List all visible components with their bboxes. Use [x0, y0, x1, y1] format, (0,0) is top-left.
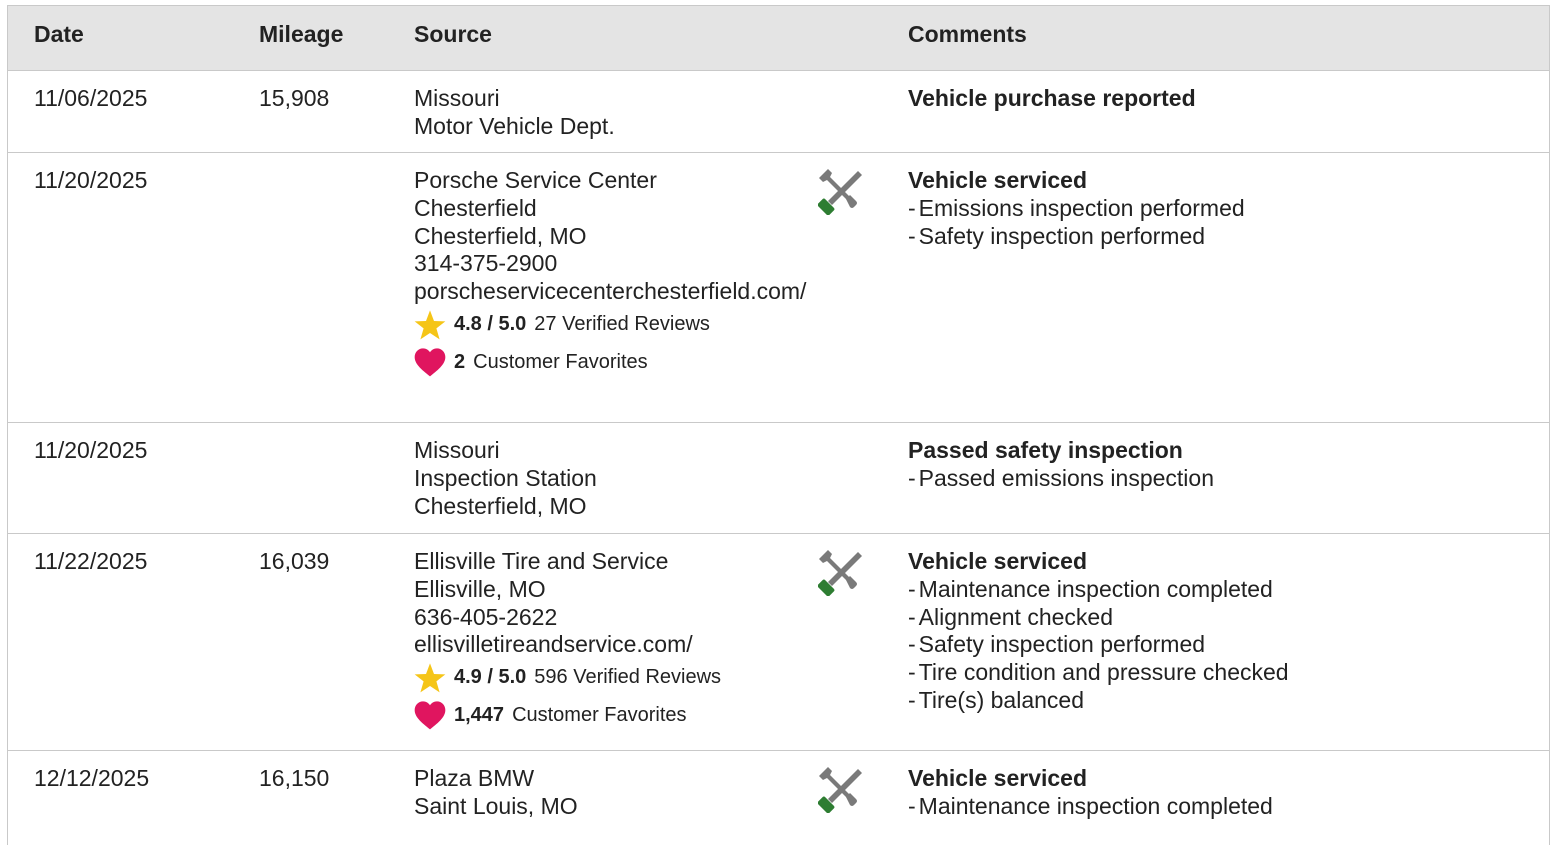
- table-row: 11/06/2025 15,908 Missouri Motor Vehicle…: [8, 71, 1549, 153]
- comment-item: - Emissions inspection performed: [908, 194, 1245, 221]
- table-row: 11/22/2025 16,039 Ellisville Tire and Se…: [8, 534, 1549, 751]
- source-location: Chesterfield, MO: [414, 222, 587, 249]
- row-date: 11/22/2025: [34, 548, 148, 574]
- row-mileage: 16,150: [259, 765, 330, 791]
- source-line: Missouri: [414, 437, 500, 463]
- row-source: Missouri Inspection Station Chesterfield…: [414, 437, 814, 520]
- source-url[interactable]: porscheservicecenterchesterfield.com/: [414, 278, 809, 306]
- comment-title: Vehicle serviced: [908, 765, 1088, 791]
- comment-item: - Maintenance inspection completed: [908, 792, 1273, 819]
- row-comments: Passed safety inspection - Passed emissio…: [908, 437, 1214, 493]
- star-icon: [414, 309, 446, 341]
- rating-value: 4.8 / 5.0: [454, 313, 527, 336]
- row-date: 12/12/2025: [34, 765, 150, 791]
- heart-icon: [414, 700, 446, 732]
- rating-line[interactable]: 4.9 / 5.0 596 Verified Reviews: [414, 659, 814, 697]
- source-phone[interactable]: 636-405-2622: [414, 604, 814, 632]
- comment-title: Passed safety inspection: [908, 437, 1183, 463]
- comment-item: - Alignment checked: [908, 603, 1114, 630]
- favorites-count: 2: [454, 351, 466, 374]
- header-comments[interactable]: Comments: [908, 21, 1027, 48]
- source-line: Missouri: [414, 85, 500, 111]
- row-source: Plaza BMW Saint Louis, MO: [414, 765, 814, 821]
- comment-title: Vehicle serviced: [908, 167, 1088, 193]
- row-comments: Vehicle serviced - Emissions inspection p…: [908, 167, 1245, 250]
- rating-line[interactable]: 4.8 / 5.0 27 Verified Reviews: [414, 306, 814, 344]
- row-source: Missouri Motor Vehicle Dept.: [414, 85, 814, 141]
- favorites-count: 1,447: [454, 704, 505, 727]
- comment-item: - Safety inspection performed: [908, 222, 1206, 249]
- table-row: 11/20/2025 Porsche Service Center Cheste…: [8, 153, 1549, 423]
- favorites-label: Customer Favorites: [473, 351, 648, 374]
- favorites-line[interactable]: 2 Customer Favorites: [414, 344, 814, 382]
- header-mileage[interactable]: Mileage: [259, 21, 343, 48]
- source-line: Inspection Station: [414, 464, 597, 491]
- source-location: Chesterfield, MO: [414, 492, 587, 519]
- row-mileage: 15,908: [259, 85, 330, 111]
- row-date: 11/20/2025: [34, 437, 148, 463]
- comment-item: - Tire condition and pressure checked: [908, 659, 1289, 686]
- favorites-line[interactable]: 1,447 Customer Favorites: [414, 697, 814, 735]
- favorites-label: Customer Favorites: [512, 704, 687, 727]
- source-location: Saint Louis, MO: [414, 792, 578, 819]
- comment-item: - Tire(s) balanced: [908, 686, 1084, 713]
- source-name[interactable]: Porsche Service Center: [414, 167, 814, 195]
- reviews-count: 27 Verified Reviews: [534, 313, 710, 336]
- service-tools-icon: [818, 767, 864, 813]
- reviews-count: 596 Verified Reviews: [534, 666, 722, 689]
- table-header: Date Mileage Source Comments: [8, 6, 1549, 71]
- row-date: 11/06/2025: [34, 85, 148, 111]
- source-line: Motor Vehicle Dept.: [414, 112, 615, 139]
- star-icon: [414, 662, 446, 694]
- service-tools-icon: [818, 169, 864, 215]
- rating-value: 4.9 / 5.0: [454, 666, 527, 689]
- row-date: 11/20/2025: [34, 167, 148, 193]
- row-comments: Vehicle purchase reported: [908, 85, 1196, 113]
- source-phone[interactable]: 314-375-2900: [414, 250, 814, 278]
- source-name[interactable]: Ellisville Tire and Service: [414, 548, 814, 576]
- service-tools-icon: [818, 550, 864, 596]
- comment-item: - Safety inspection performed: [908, 631, 1206, 658]
- source-line: Chesterfield: [414, 194, 537, 221]
- comment-item: - Passed emissions inspection: [908, 464, 1214, 491]
- source-name[interactable]: Plaza BMW: [414, 765, 814, 793]
- row-source: Porsche Service Center Chesterfield Ches…: [414, 167, 814, 382]
- heart-icon: [414, 347, 446, 379]
- comment-title: Vehicle purchase reported: [908, 85, 1196, 111]
- header-source[interactable]: Source: [414, 21, 492, 48]
- source-url[interactable]: ellisvilletireandservice.com/: [414, 631, 814, 659]
- vehicle-history-table: Date Mileage Source Comments 11/06/2025 …: [7, 5, 1550, 845]
- row-comments: Vehicle serviced - Maintenance inspection…: [908, 765, 1273, 821]
- row-mileage: 16,039: [259, 548, 330, 574]
- header-date[interactable]: Date: [34, 21, 84, 48]
- row-comments: Vehicle serviced - Maintenance inspection…: [908, 548, 1289, 715]
- table-row: 11/20/2025 Missouri Inspection Station C…: [8, 423, 1549, 534]
- comment-item: - Maintenance inspection completed: [908, 575, 1273, 602]
- row-source: Ellisville Tire and Service Ellisville, …: [414, 548, 814, 735]
- source-location: Ellisville, MO: [414, 575, 546, 602]
- comment-title: Vehicle serviced: [908, 548, 1088, 574]
